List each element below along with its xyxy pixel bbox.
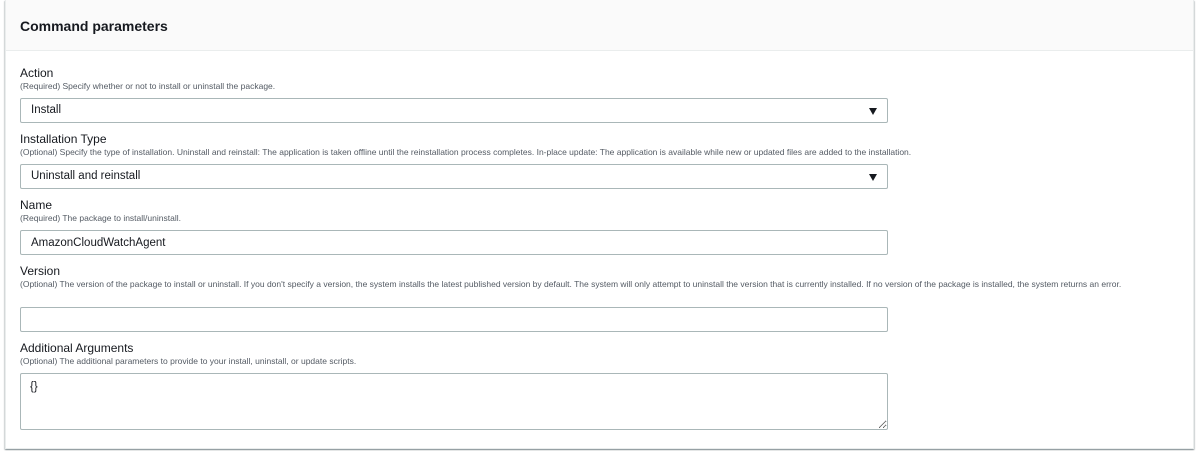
version-input[interactable] [20,307,888,332]
action-field: Action (Required) Specify whether or not… [20,66,1180,123]
action-description: (Required) Specify whether or not to ins… [20,81,276,91]
caret-down-icon [869,108,877,115]
panel-title: Command parameters [20,18,168,34]
installation-type-description: (Optional) Specify the type of installat… [20,147,912,157]
action-select[interactable]: Install [20,98,888,123]
name-field: Name (Required) The package to install/u… [20,198,1180,255]
panel-header: Command parameters [6,0,1193,51]
additional-arguments-description: (Optional) The additional parameters to … [20,356,357,366]
version-field: Version (Optional) The version of the pa… [20,264,1180,332]
installation-type-field: Installation Type (Optional) Specify the… [20,132,1180,189]
installation-type-label: Installation Type [20,132,107,146]
installation-type-select[interactable]: Uninstall and reinstall [20,164,888,189]
additional-arguments-field: Additional Arguments (Optional) The addi… [20,341,1180,430]
caret-down-icon [869,174,877,181]
installation-type-select-value: Uninstall and reinstall [31,170,141,182]
action-label: Action [20,66,54,80]
additional-arguments-textarea[interactable]: {} [20,373,888,430]
name-input[interactable] [20,230,888,255]
action-select-value: Install [31,104,62,116]
name-label: Name [20,198,53,212]
version-label: Version [20,264,61,278]
version-description: (Optional) The version of the package to… [20,279,1122,289]
additional-arguments-label: Additional Arguments [20,341,134,355]
command-parameters-panel: Command parameters Action (Required) Spe… [5,0,1194,449]
name-description: (Required) The package to install/uninst… [20,213,181,223]
